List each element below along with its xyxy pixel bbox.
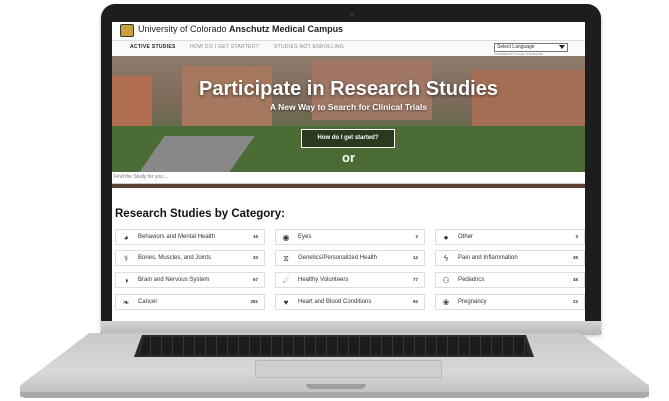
category-count: 36 (572, 255, 578, 260)
category-card-healthy-volunteers[interactable]: ☄ Healthy Volunteers 77 (275, 272, 425, 288)
category-label: Pain and Inflammation (458, 255, 518, 261)
search-divider (112, 184, 585, 188)
hero-banner: Participate in Research Studies A New Wa… (112, 56, 585, 172)
ribbon-icon: ❧ (122, 298, 130, 307)
handshake-icon: ☄ (282, 276, 290, 285)
category-card-bones-muscles-and-joints[interactable]: ⚕ Bones, Muscles, and Joints 33 (115, 250, 265, 266)
category-label: Brain and Nervous System (138, 277, 210, 283)
category-count: 281 (250, 299, 258, 304)
tab-studies-not-enrolling[interactable]: STUDIES NOT ENROLLING (274, 44, 344, 50)
eye-icon: ◉ (282, 233, 290, 242)
keyboard-keys (140, 337, 528, 355)
heart-pulse-icon: ♥ (283, 298, 289, 307)
chevron-down-icon (559, 45, 565, 49)
category-label: Heart and Blood Conditions (298, 299, 372, 305)
university-name[interactable]: University of Colorado Anschutz Medical … (138, 24, 343, 34)
tab-active-studies[interactable]: ACTIVE STUDIES (130, 44, 176, 50)
category-count: 57 (252, 277, 258, 282)
category-label: Genetics/Personalized Health (298, 255, 378, 261)
university-logo-icon (120, 24, 134, 37)
hero-subtitle: A New Way to Search for Clinical Trials (269, 102, 428, 112)
category-card-other[interactable]: ● Other 3 (435, 229, 585, 245)
brain-icon: ◑ (123, 276, 129, 285)
category-count: 33 (252, 255, 258, 260)
category-card-eyes[interactable]: ◉ Eyes 2 (275, 229, 425, 245)
laptop-lid-notch (306, 384, 366, 389)
category-label: Pediatrics (458, 277, 485, 283)
get-started-button[interactable]: How do I get started? (301, 129, 395, 148)
category-card-pediatrics[interactable]: ⚇ Pediatrics 45 (435, 272, 585, 288)
category-count: 12 (412, 255, 418, 260)
category-count: 3 (575, 234, 578, 239)
category-card-genetics-personalized-health[interactable]: ⧖ Genetics/Personalized Health 12 (275, 250, 425, 266)
language-select-value: Select Language (497, 44, 535, 50)
category-label: Eyes (298, 234, 312, 240)
category-count: 16 (252, 234, 258, 239)
hero-or-text: or (342, 150, 355, 165)
category-label: Pregnancy (458, 299, 487, 305)
study-search-input[interactable] (114, 173, 574, 181)
category-count: 45 (572, 277, 578, 282)
category-heading: Research Studies by Category: (115, 208, 286, 220)
lightning-icon: ϟ (443, 254, 449, 263)
category-card-brain-and-nervous-system[interactable]: ◑ Brain and Nervous System 57 (115, 272, 265, 288)
hero-title: Participate in Research Studies (198, 78, 498, 100)
university-campus: Anschutz Medical Campus (229, 24, 344, 34)
pregnancy-icon: ❀ (442, 298, 450, 307)
category-card-pregnancy[interactable]: ❀ Pregnancy 22 (435, 294, 585, 310)
category-label: Bones, Muscles, and Joints (138, 255, 212, 261)
webcam (350, 13, 354, 17)
laptop-front-edge (20, 392, 649, 398)
study-search-bar (112, 172, 585, 184)
family-icon: ⚇ (442, 276, 450, 285)
category-count: 2 (415, 234, 418, 239)
brain-head-icon: ◕ (123, 233, 129, 242)
category-count: 22 (572, 299, 578, 304)
bone-joint-icon: ⚕ (123, 254, 129, 263)
dna-icon: ⧖ (283, 254, 289, 263)
site-header: University of Colorado Anschutz Medical … (112, 22, 585, 40)
category-count: 77 (412, 277, 418, 282)
category-label: Behaviors and Mental Health (138, 234, 216, 240)
category-count: 92 (412, 299, 418, 304)
laptop-hinge (101, 321, 601, 335)
speech-bubble-icon: ● (443, 233, 449, 242)
category-card-behaviors-and-mental-health[interactable]: ◕ Behaviors and Mental Health 16 (115, 229, 265, 245)
tab-how-do-i-get-started[interactable]: HOW DO I GET STARTED? (190, 44, 259, 50)
category-card-cancer[interactable]: ❧ Cancer 281 (115, 294, 265, 310)
laptop-trackpad (255, 360, 442, 378)
category-label: Healthy Volunteers (298, 277, 349, 283)
category-card-pain-and-inflammation[interactable]: ϟ Pain and Inflammation 36 (435, 250, 585, 266)
language-select[interactable]: Select Language (494, 43, 568, 52)
university-prefix: University of Colorado (138, 24, 230, 34)
category-label: Other (458, 234, 474, 240)
laptop-screen: University of Colorado Anschutz Medical … (112, 22, 585, 322)
category-label: Cancer (138, 299, 158, 305)
category-card-heart-and-blood-conditions[interactable]: ♥ Heart and Blood Conditions 92 (275, 294, 425, 310)
